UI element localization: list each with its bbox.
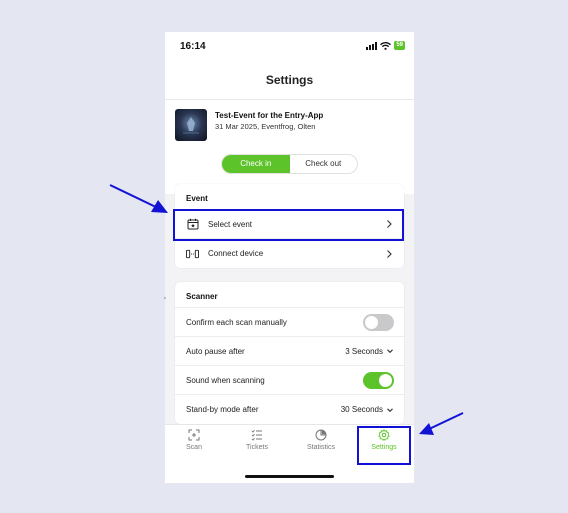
signal-icon (366, 41, 378, 50)
sound-toggle[interactable] (363, 371, 394, 389)
arrow-to-select-event (109, 184, 168, 213)
select-event-row[interactable]: Select event (175, 210, 404, 239)
chevron-down-icon (387, 407, 393, 412)
event-settings-card: Event Select event Connect device (175, 184, 404, 268)
tab-tickets[interactable]: Tickets (232, 429, 282, 451)
checkin-checkout-toggle[interactable]: Check in Check out (221, 154, 358, 174)
tab-scan-label: Scan (186, 444, 202, 451)
scanner-settings-card: Scanner Confirm each scan manually Auto … (175, 282, 404, 424)
chevron-down-icon (387, 349, 393, 354)
tickets-list-icon (251, 429, 262, 441)
event-section-heading: Event (175, 184, 404, 210)
connect-device-label: Connect device (208, 249, 264, 258)
page-title: Settings (165, 62, 414, 100)
check-out-tab[interactable]: Check out (290, 155, 358, 173)
select-event-label: Select event (208, 219, 253, 229)
confirm-scan-label: Confirm each scan manually (186, 317, 287, 327)
phone-screen: 16:14 59 Settings Test-Event for the Ent… (165, 32, 414, 483)
status-icons: 59 (366, 41, 405, 50)
tab-settings-label: Settings (371, 444, 397, 451)
battery-icon: 59 (394, 41, 405, 50)
auto-pause-label: Auto pause after (186, 346, 245, 356)
connect-device-icon (186, 247, 199, 260)
bottom-tab-bar: Scan Tickets Statistics Settings (165, 424, 414, 483)
arrow-to-settings-tab (419, 412, 464, 435)
event-thumbnail (175, 109, 207, 141)
confirm-scan-row: Confirm each scan manually (175, 308, 404, 337)
standby-row[interactable]: Stand-by mode after 30 Seconds (175, 395, 404, 424)
auto-pause-value: 3 Seconds (345, 346, 383, 356)
sound-label: Sound when scanning (186, 375, 265, 385)
check-in-tab[interactable]: Check in (222, 155, 290, 173)
tab-tickets-label: Tickets (246, 444, 268, 451)
calendar-star-icon (186, 218, 199, 231)
chevron-right-icon (387, 249, 392, 258)
gear-icon (378, 429, 390, 441)
wifi-icon (380, 41, 392, 50)
tab-settings[interactable]: Settings (359, 429, 409, 451)
status-bar: 16:14 59 (165, 32, 414, 62)
status-time: 16:14 (180, 41, 206, 52)
auto-pause-select[interactable]: 3 Seconds (345, 347, 394, 356)
standby-label: Stand-by mode after (186, 405, 259, 414)
event-subtitle: 31 Mar 2025, Eventfrog, Olten (215, 122, 316, 131)
home-indicator (245, 475, 334, 478)
confirm-scan-toggle[interactable] (363, 313, 394, 331)
event-title: Test-Event for the Entry-App (215, 111, 324, 120)
chevron-right-icon (387, 220, 392, 228)
tab-scan[interactable]: Scan (169, 429, 219, 451)
auto-pause-row[interactable]: Auto pause after 3 Seconds (175, 337, 404, 366)
connect-device-row[interactable]: Connect device (175, 239, 404, 268)
sound-row: Sound when scanning (175, 366, 404, 395)
tab-statistics-label: Statistics (306, 444, 335, 451)
pie-chart-icon (315, 429, 327, 441)
tab-statistics[interactable]: Statistics (296, 429, 346, 451)
current-event-card: Test-Event for the Entry-App 31 Mar 2025… (165, 100, 414, 194)
scanner-section-heading: Scanner (175, 282, 404, 308)
standby-value: 30 Seconds (340, 405, 383, 414)
standby-select[interactable]: 30 Seconds (341, 405, 394, 414)
scan-icon (188, 429, 200, 441)
